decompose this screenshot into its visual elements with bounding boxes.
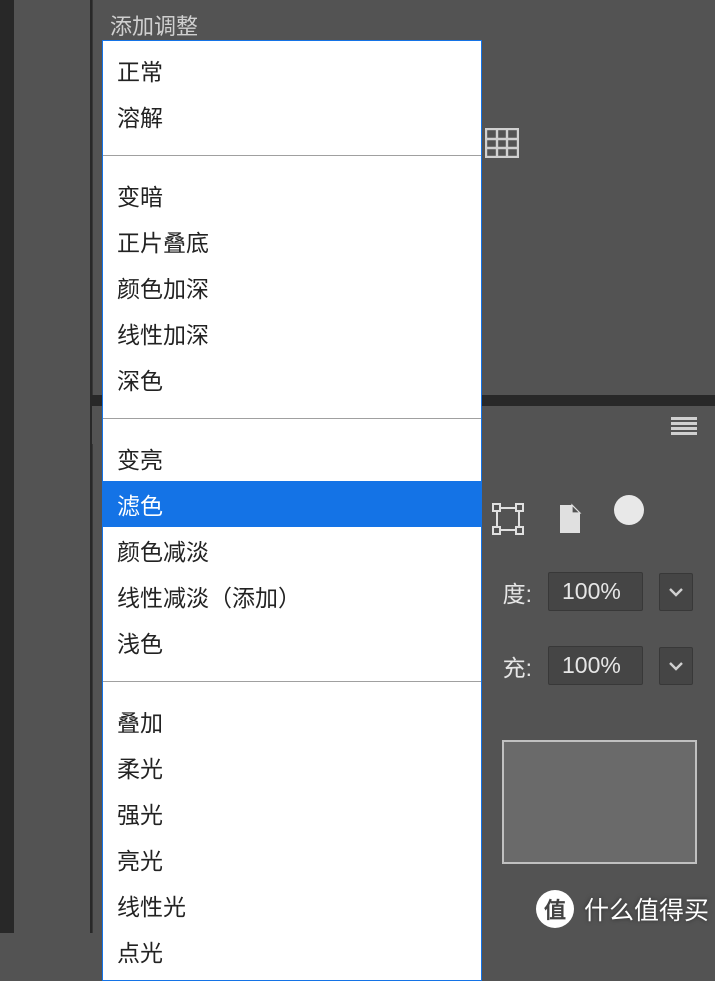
opacity-control: 度: 100% xyxy=(503,572,693,611)
blend-mode-item[interactable]: 变暗 xyxy=(103,172,481,218)
blend-mode-item[interactable]: 点光 xyxy=(103,928,481,974)
blend-mode-item[interactable]: 颜色减淡 xyxy=(103,527,481,573)
fill-label: 充: xyxy=(503,649,532,683)
opacity-label: 度: xyxy=(503,575,532,609)
blend-mode-item[interactable]: 线性减淡（添加） xyxy=(103,573,481,619)
blend-mode-item-selected[interactable]: 滤色 xyxy=(103,481,481,527)
adjustments-header: 添加调整 xyxy=(110,9,198,41)
menu-separator xyxy=(103,681,481,682)
layer-thumbnail[interactable] xyxy=(502,740,697,864)
blend-mode-item[interactable]: 线性光 xyxy=(103,882,481,928)
blend-mode-item[interactable]: 深色 xyxy=(103,356,481,402)
watermark: 值 什么值得买 xyxy=(530,885,715,933)
blend-mode-item[interactable]: 亮光 xyxy=(103,836,481,882)
fill-control: 充: 100% xyxy=(503,646,693,685)
grid-icon[interactable] xyxy=(485,128,519,158)
toggle-icon[interactable] xyxy=(614,495,644,543)
page-icon[interactable] xyxy=(552,501,588,537)
left-edge xyxy=(0,0,14,933)
blend-mode-item[interactable]: 正常 xyxy=(103,47,481,93)
fill-dropdown-arrow[interactable] xyxy=(659,647,693,685)
blend-mode-item[interactable]: 柔光 xyxy=(103,744,481,790)
watermark-badge-icon: 值 xyxy=(536,890,574,928)
blend-mode-item[interactable]: 变亮 xyxy=(103,435,481,481)
layers-toolbar xyxy=(490,495,644,543)
blend-mode-item[interactable]: 正片叠底 xyxy=(103,218,481,264)
blend-mode-item[interactable]: 强光 xyxy=(103,790,481,836)
blend-mode-item[interactable]: 溶解 xyxy=(103,93,481,139)
menu-separator xyxy=(103,155,481,156)
blend-mode-item[interactable]: 颜色加深 xyxy=(103,264,481,310)
watermark-text: 什么值得买 xyxy=(584,891,709,927)
opacity-input[interactable]: 100% xyxy=(548,572,643,611)
blend-mode-item[interactable]: 浅色 xyxy=(103,619,481,665)
opacity-dropdown-arrow[interactable] xyxy=(659,573,693,611)
transform-icon[interactable] xyxy=(490,501,526,537)
blend-mode-item[interactable]: 线性加深 xyxy=(103,310,481,356)
hamburger-menu-icon[interactable] xyxy=(671,417,697,435)
blend-mode-item[interactable]: 叠加 xyxy=(103,698,481,744)
menu-separator xyxy=(103,418,481,419)
panel-divider-light xyxy=(92,0,93,933)
blend-mode-dropdown[interactable]: 正常 溶解 变暗 正片叠底 颜色加深 线性加深 深色 变亮 滤色 颜色减淡 线性… xyxy=(102,40,482,981)
fill-input[interactable]: 100% xyxy=(548,646,643,685)
